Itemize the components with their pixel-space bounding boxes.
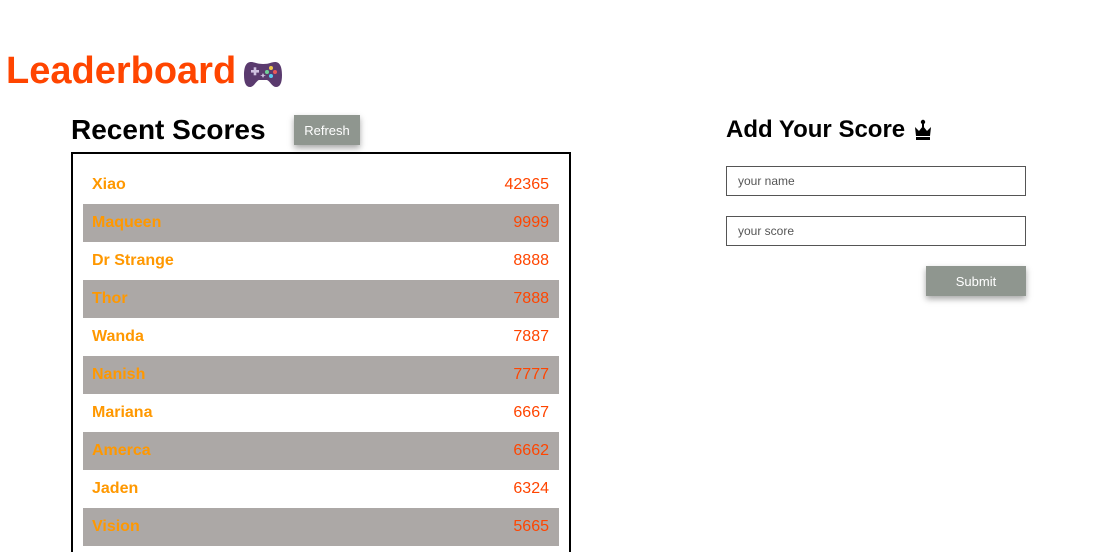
add-score-heading-text: Add Your Score <box>726 116 906 143</box>
player-score: 42365 <box>504 176 550 193</box>
score-row: Wanda 7887 <box>83 318 559 356</box>
add-score-heading: Add Your Score <box>726 116 933 144</box>
score-row: Mariana 6667 <box>83 394 559 432</box>
player-score: 6662 <box>513 442 549 459</box>
player-score: 7777 <box>513 366 549 383</box>
player-score: 9999 <box>513 214 549 231</box>
crown-icon <box>913 119 933 141</box>
score-row: Amerca 6662 <box>83 432 559 470</box>
score-row: Dr Strange 8888 <box>83 242 559 280</box>
page-title: Leaderboard <box>6 50 284 93</box>
player-score: 8888 <box>513 252 549 269</box>
score-row: Vision 5665 <box>83 508 559 546</box>
player-score: 6667 <box>513 404 549 421</box>
player-score: 7888 <box>513 290 549 307</box>
player-name: Maqueen <box>92 214 162 231</box>
player-score: 6324 <box>513 480 549 497</box>
score-row: Jaden 6324 <box>83 470 559 508</box>
player-score: 7887 <box>513 328 549 345</box>
player-name: Nanish <box>92 366 146 383</box>
player-name: Mariana <box>92 404 153 421</box>
recent-scores-heading: Recent Scores <box>71 114 266 145</box>
score-row: Maqueen 9999 <box>83 204 559 242</box>
player-name: Vision <box>92 518 140 535</box>
score-row: Thor 7888 <box>83 280 559 318</box>
player-name: Thor <box>92 290 128 307</box>
submit-button[interactable]: Submit <box>926 266 1026 296</box>
player-name: Amerca <box>92 442 151 459</box>
player-name: Xiao <box>92 176 126 193</box>
player-score: 5665 <box>513 518 549 535</box>
page-title-text: Leaderboard <box>6 50 237 92</box>
gamepad-icon <box>242 53 284 91</box>
player-name: Jaden <box>92 480 139 497</box>
score-row: Nanish 7777 <box>83 356 559 394</box>
score-input[interactable] <box>726 216 1026 246</box>
score-row: Xiao 42365 <box>83 166 559 204</box>
refresh-button[interactable]: Refresh <box>294 115 360 145</box>
name-input[interactable] <box>726 166 1026 196</box>
player-name: Dr Strange <box>92 252 174 269</box>
scores-list: Xiao 42365 Maqueen 9999 Dr Strange 8888 … <box>71 152 571 552</box>
player-name: Wanda <box>92 328 144 345</box>
